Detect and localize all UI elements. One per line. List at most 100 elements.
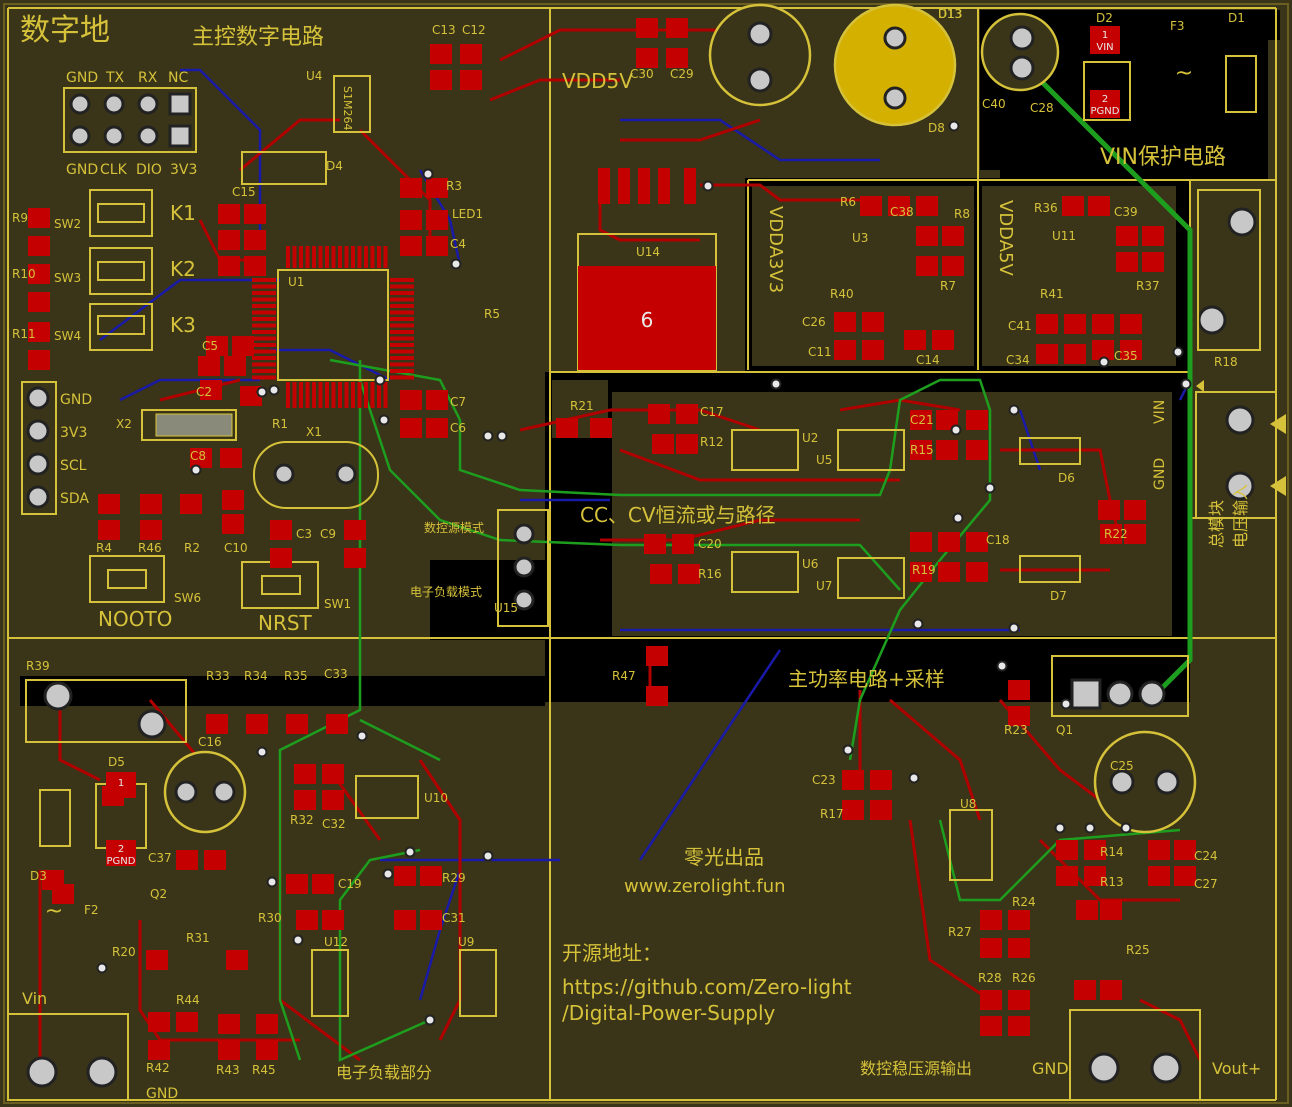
designator-c6: C6 <box>450 421 466 435</box>
smd-pad <box>1008 990 1030 1010</box>
via <box>984 482 996 494</box>
via <box>268 384 280 396</box>
smd-pad <box>1008 680 1030 700</box>
i2c-pin-0: GND <box>60 392 92 408</box>
designator-r43: R43 <box>216 1063 240 1077</box>
label-eload-mode: 电子负载模式 <box>410 585 482 599</box>
designator-c13: C13 <box>432 23 456 37</box>
u1-pin <box>292 246 297 268</box>
via <box>482 430 494 442</box>
designator-c14: C14 <box>916 353 940 367</box>
smd-pad <box>244 204 266 224</box>
designator-r44: R44 <box>176 993 200 1007</box>
designator-r30: R30 <box>258 911 282 925</box>
designator-r26: R26 <box>1012 971 1036 985</box>
u1-pin <box>252 356 276 360</box>
designator-r5: R5 <box>484 307 500 321</box>
smd-pad <box>942 226 964 246</box>
designator-r15: R15 <box>910 443 934 457</box>
designator-sw3: SW3 <box>54 271 81 285</box>
designator-u13: U13 <box>938 7 962 21</box>
smd-pad <box>860 196 882 216</box>
u1-pin <box>390 284 414 289</box>
designator-c27: C27 <box>1194 877 1218 891</box>
smd-pad <box>222 490 244 510</box>
designator-c34: C34 <box>1006 353 1030 367</box>
d2-pgnd: PGND <box>1091 106 1120 117</box>
u1-pin <box>357 246 362 268</box>
designator-r31: R31 <box>186 931 210 945</box>
smd-pad <box>870 800 892 820</box>
designator-sw4: SW4 <box>54 329 81 343</box>
smd-pad <box>666 18 688 38</box>
designator-c4: C4 <box>450 237 466 251</box>
designator-r27: R27 <box>948 925 972 939</box>
designator-r39: R39 <box>26 659 50 673</box>
u1-pin <box>252 323 276 328</box>
smd-pad <box>426 178 448 198</box>
via <box>450 258 462 270</box>
d2-vin: VIN <box>1096 42 1113 53</box>
smd-pad <box>226 950 248 970</box>
designator-r7: R7 <box>940 279 956 293</box>
header-pin-top-0: GND <box>66 70 98 86</box>
designator-u15: U15 <box>494 601 518 615</box>
smd-pad <box>834 312 856 332</box>
smd-pad <box>426 236 448 256</box>
smd-pad <box>1098 500 1120 520</box>
smd-pad <box>666 48 688 68</box>
designator-r24: R24 <box>1012 895 1036 909</box>
smd-pad <box>244 256 266 276</box>
designator-r29: R29 <box>442 871 466 885</box>
smd-pad <box>1062 196 1084 216</box>
via <box>292 934 304 946</box>
smd-pad <box>322 764 344 784</box>
u1-pin <box>390 278 414 282</box>
designator-r3: R3 <box>446 179 462 193</box>
u1-pin <box>252 297 276 302</box>
designator-r17: R17 <box>820 807 844 821</box>
designator-r41: R41 <box>1040 287 1064 301</box>
u1-pin <box>331 382 336 408</box>
smd-pad <box>400 418 422 438</box>
u1-pin <box>292 382 297 408</box>
designator-d3: D3 <box>30 869 47 883</box>
designator-c25: C25 <box>1110 759 1134 773</box>
u1-pin <box>390 356 414 360</box>
f2-symbol: ~ <box>45 899 63 924</box>
button-nrst-label: NRST <box>258 611 313 635</box>
label-bus-input-2: 电压输入 <box>1231 484 1250 548</box>
smd-pad <box>232 336 254 356</box>
label-vdda5v: VDDA5V <box>995 200 1016 276</box>
u1-pin <box>390 349 414 354</box>
via <box>96 962 108 974</box>
smd-pad <box>980 990 1002 1010</box>
designator-c28: C28 <box>1030 101 1054 115</box>
smd-pad <box>636 18 658 38</box>
u1-pin <box>312 246 316 268</box>
smd-pad <box>426 210 448 230</box>
via <box>1180 378 1192 390</box>
via <box>702 180 714 192</box>
smd-pad <box>146 950 168 970</box>
d2-pin2: 2 <box>1102 94 1108 105</box>
designator-c10: C10 <box>224 541 248 555</box>
smd-pad <box>28 208 50 228</box>
u1-pin <box>252 284 276 289</box>
designator-c8: C8 <box>190 449 206 463</box>
smd-pad <box>966 410 988 430</box>
designator-c16: C16 <box>198 735 222 749</box>
label-bus-input: 总模块 <box>1207 500 1226 548</box>
u1-pin <box>390 375 414 380</box>
u1-pin <box>252 369 276 373</box>
smd-pad <box>244 230 266 250</box>
button-k3-label: K3 <box>170 313 196 337</box>
smd-pad <box>916 226 938 246</box>
u1-pin <box>377 382 381 408</box>
u1-pin <box>299 382 303 408</box>
smd-pad <box>460 44 482 64</box>
label-digital-ground: 数字地 <box>20 13 110 48</box>
via <box>424 1014 436 1026</box>
u1-pin <box>252 304 276 308</box>
u1-pin <box>318 246 323 268</box>
